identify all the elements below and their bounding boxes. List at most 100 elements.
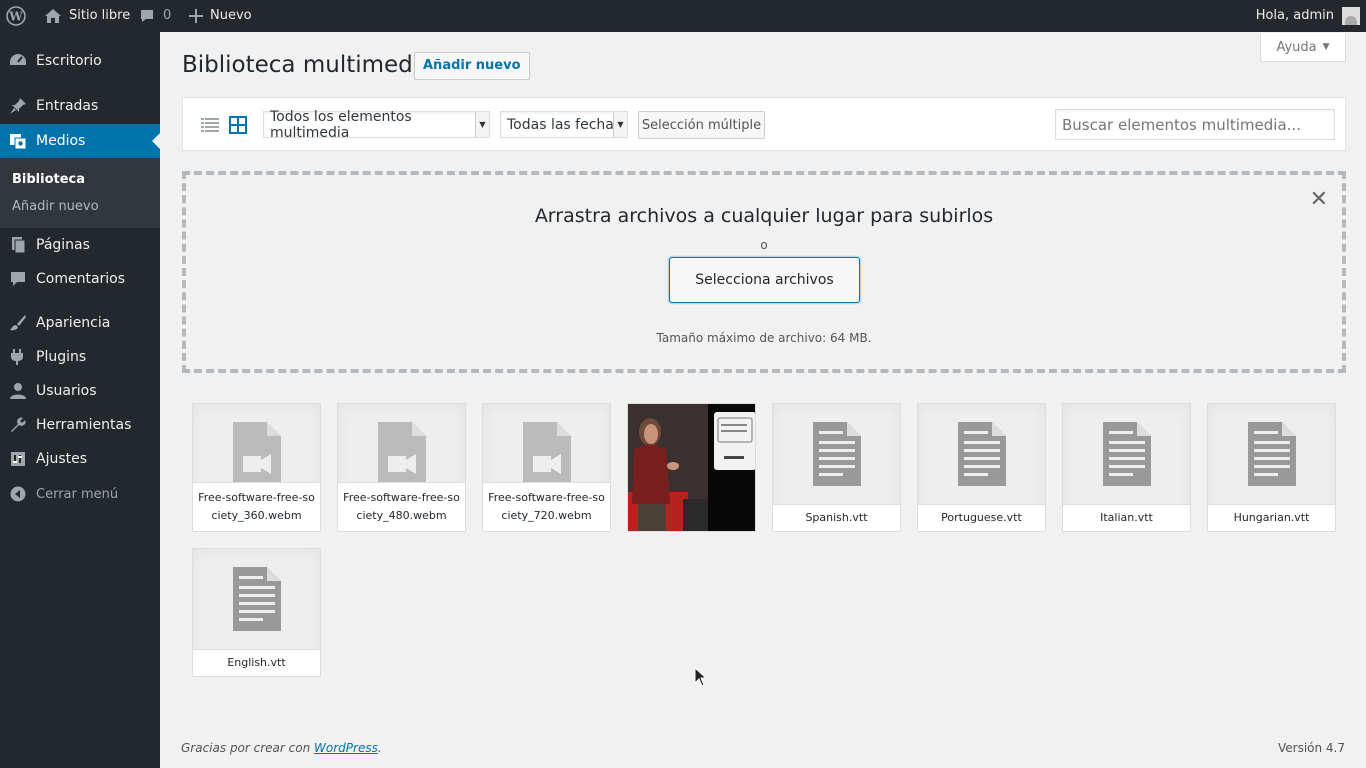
date-filter[interactable]: Todas las fechas ▼	[500, 111, 628, 138]
comments-link[interactable]: 0	[139, 0, 171, 32]
sidebar-item-paginas[interactable]: Páginas	[0, 228, 160, 262]
footer-thanks-suffix: .	[377, 741, 382, 755]
list-view-icon[interactable]	[200, 115, 220, 135]
sidebar-item-label: Ajustes	[36, 451, 88, 467]
settings-icon	[0, 450, 36, 468]
help-tab-button[interactable]: Ayuda ▼	[1260, 33, 1346, 62]
document-file-icon	[918, 422, 1045, 486]
new-content-link[interactable]: Nuevo	[189, 0, 252, 32]
search-input[interactable]	[1055, 109, 1335, 140]
sidebar-item-label: Medios	[36, 133, 86, 149]
sidebar-item-label: Plugins	[36, 349, 87, 365]
attachment-filename: Free-software-free-society_360.webm	[193, 482, 320, 531]
site-name-link[interactable]: Sitio libre	[44, 0, 130, 32]
wordpress-logo-icon[interactable]: W	[6, 0, 28, 32]
collapse-menu-label: Cerrar menú	[36, 486, 119, 502]
media-submenu: Biblioteca Añadir nuevo	[0, 158, 160, 228]
video-file-icon	[483, 422, 610, 486]
caret-down-icon: ▼	[1322, 42, 1330, 52]
upload-or-text: o	[760, 238, 768, 252]
sidebar-item-entradas[interactable]: Entradas	[0, 89, 160, 123]
new-label: Nuevo	[210, 8, 252, 23]
home-icon	[45, 9, 61, 23]
attachment-filename: Free-software-free-society_480.webm	[338, 482, 465, 531]
video-file-icon	[338, 422, 465, 486]
attachment-item[interactable]: Free-software-free-society_480.webm	[337, 403, 466, 532]
attachment-filename: Portuguese.vtt	[918, 504, 1045, 531]
sidebar-item-label: Comentarios	[36, 271, 126, 287]
footer-version: Versión 4.7	[1277, 741, 1345, 755]
document-file-icon	[1063, 422, 1190, 486]
document-file-icon	[193, 567, 320, 631]
comments-count: 0	[163, 8, 172, 23]
footer-thankyou: Gracias por crear con WordPress.	[181, 741, 382, 755]
attachment-item[interactable]: Portuguese.vtt	[917, 403, 1046, 532]
collapse-menu-button[interactable]: Cerrar menú	[0, 477, 160, 511]
footer-thanks-text: Gracias por crear con	[181, 741, 315, 755]
dashboard-icon	[0, 52, 36, 70]
sidebar-item-label: Páginas	[36, 237, 90, 253]
sidebar-item-usuarios[interactable]: Usuarios	[0, 374, 160, 408]
grid-view-icon[interactable]	[228, 115, 248, 135]
bulk-select-button[interactable]: Selección múltiple	[638, 111, 765, 139]
attachment-item[interactable]: English.vtt	[192, 548, 321, 677]
media-type-filter[interactable]: Todos los elementos multimedia ▼	[263, 108, 490, 141]
sidebar-item-escritorio[interactable]: Escritorio	[0, 44, 160, 78]
attachment-filename: English.vtt	[193, 649, 320, 676]
media-icon	[0, 132, 36, 150]
sidebar-item-label: Escritorio	[36, 53, 102, 69]
help-label: Ayuda	[1276, 39, 1317, 55]
wordpress-link[interactable]: WordPress	[314, 741, 378, 755]
document-file-icon	[1208, 422, 1335, 486]
attachment-item-image[interactable]	[627, 403, 756, 532]
attachment-item[interactable]: Free-software-free-society_720.webm	[482, 403, 611, 532]
comment-bubble-icon	[141, 10, 153, 22]
my-account-link[interactable]: Hola, admin	[1256, 0, 1366, 32]
admin-sidebar: Escritorio Entradas Medios Biblioteca Añ…	[0, 32, 160, 768]
attachment-item[interactable]: Spanish.vtt	[772, 403, 901, 532]
plugin-icon	[0, 348, 36, 366]
upload-dropzone[interactable]: ✕ Arrastra archivos a cualquier lugar pa…	[182, 171, 1346, 373]
svg-text:W: W	[8, 10, 23, 24]
attachment-item[interactable]: Hungarian.vtt	[1207, 403, 1336, 532]
video-file-icon	[193, 422, 320, 486]
max-upload-size: Tamaño máximo de archivo: 64 MB.	[656, 331, 872, 345]
pushpin-icon	[0, 97, 36, 115]
submenu-biblioteca[interactable]: Biblioteca	[12, 172, 85, 187]
submenu-anadir-nuevo[interactable]: Añadir nuevo	[12, 199, 99, 214]
page-title: Biblioteca multimedia	[182, 52, 434, 78]
brush-icon	[0, 314, 36, 332]
sidebar-item-apariencia[interactable]: Apariencia	[0, 306, 160, 340]
avatar	[1342, 7, 1360, 25]
media-toolbar: Todos los elementos multimedia ▼ Todas l…	[182, 97, 1346, 151]
add-new-button[interactable]: Añadir nuevo	[414, 52, 530, 80]
plus-icon	[189, 9, 203, 23]
sidebar-item-label: Entradas	[36, 98, 99, 114]
attachment-filename: Spanish.vtt	[773, 504, 900, 531]
pages-icon	[0, 236, 36, 254]
sidebar-item-medios[interactable]: Medios	[0, 124, 160, 158]
speaker-photo-thumbnail	[628, 404, 755, 531]
mouse-cursor-icon	[694, 667, 708, 687]
upload-instructions: Arrastra archivos a cualquier lugar para…	[534, 205, 994, 227]
dropdown-arrow-icon: ▼	[613, 112, 627, 137]
attachment-filename: Free-software-free-society_720.webm	[483, 482, 610, 531]
sidebar-item-ajustes[interactable]: Ajustes	[0, 442, 160, 476]
sidebar-item-plugins[interactable]: Plugins	[0, 340, 160, 374]
sidebar-item-comentarios[interactable]: Comentarios	[0, 262, 160, 296]
date-selected: Todas las fechas	[507, 116, 622, 133]
sidebar-item-herramientas[interactable]: Herramientas	[0, 408, 160, 442]
select-files-button[interactable]: Selecciona archivos	[669, 257, 860, 303]
admin-bar: W Sitio libre 0 Nuevo Hola, admin	[0, 0, 1366, 32]
attachment-filename: Hungarian.vtt	[1208, 504, 1335, 531]
media-type-selected: Todos los elementos multimedia	[270, 108, 412, 141]
sidebar-item-label: Usuarios	[36, 383, 97, 399]
site-name: Sitio libre	[69, 8, 131, 23]
attachment-item[interactable]: Free-software-free-society_360.webm	[192, 403, 321, 532]
collapse-arrow-icon	[0, 486, 36, 502]
sidebar-item-label: Herramientas	[36, 417, 132, 433]
users-icon	[0, 382, 36, 400]
attachment-item[interactable]: Italian.vtt	[1062, 403, 1191, 532]
comments-icon	[0, 270, 36, 288]
document-file-icon	[773, 422, 900, 486]
